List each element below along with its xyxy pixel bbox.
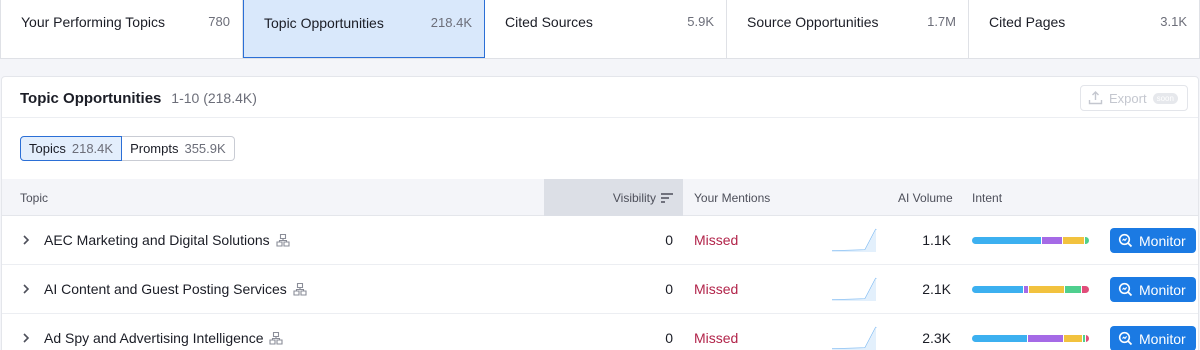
mentions-status: Missed (694, 232, 739, 248)
monitor-button[interactable]: Monitor (1110, 277, 1196, 302)
intent-segment (1062, 236, 1085, 244)
view-switch: Topics 218.4K Prompts 355.9K (20, 136, 235, 161)
topic-cell: AEC Marketing and Digital Solutions (44, 216, 290, 264)
mentions-status: Missed (694, 330, 739, 346)
segment-prompts[interactable]: Prompts 355.9K (122, 136, 235, 161)
topic-cell: Ad Spy and Advertising Intelligence (44, 314, 284, 350)
intent-segment (1063, 334, 1082, 342)
tab-label: Topic Opportunities (264, 15, 384, 31)
panel-title: Topic Opportunities (20, 90, 162, 107)
intent-segment (972, 285, 1024, 293)
intent-segment (1084, 236, 1089, 244)
tab-cited-pages[interactable]: Cited Pages 3.1K (969, 0, 1199, 58)
segment-label: Topics (29, 141, 66, 156)
soon-badge: soon (1152, 92, 1178, 104)
monitor-label: Monitor (1139, 232, 1186, 249)
monitor-button[interactable]: Monitor (1110, 326, 1196, 350)
intent-segment (1041, 236, 1063, 244)
segment-topics[interactable]: Topics 218.4K (20, 136, 123, 161)
table-row: Ad Spy and Advertising Intelligence 0 Mi… (2, 314, 1198, 350)
topic-hierarchy-icon[interactable] (276, 233, 290, 247)
intent-bar (972, 265, 1089, 313)
topic-hierarchy-icon[interactable] (293, 282, 307, 296)
tab-label: Source Opportunities (747, 14, 879, 30)
topic-cell: AI Content and Guest Posting Services (44, 265, 307, 313)
segment-count: 218.4K (71, 141, 114, 156)
column-intent: Intent (972, 190, 1003, 205)
tab-source-opportunities[interactable]: Source Opportunities 1.7M (727, 0, 969, 58)
segment-label: Prompts (130, 141, 179, 156)
tab-label: Your Performing Topics (21, 14, 165, 30)
topic-opportunities-panel: Topic Opportunities 1-10 (218.4K) Export… (1, 76, 1199, 350)
visibility-value: 0 (665, 330, 673, 346)
column-visibility-label: Visibility (612, 190, 656, 205)
intent-segment (1026, 334, 1064, 342)
intent-bar (972, 314, 1089, 350)
tab-count: 1.7M (927, 14, 956, 29)
topic-hierarchy-icon[interactable] (269, 331, 284, 345)
monitor-label: Monitor (1139, 330, 1186, 347)
expand-chevron-icon[interactable] (22, 314, 32, 350)
column-ai-volume: AI Volume (898, 190, 953, 205)
topic-name: AEC Marketing and Digital Solutions (44, 232, 270, 248)
intent-segment (1085, 334, 1089, 342)
tab-count: 218.4K (430, 15, 472, 30)
column-mentions: Your Mentions (694, 190, 771, 205)
topic-name: AI Content and Guest Posting Services (44, 281, 287, 297)
intent-bar (972, 216, 1089, 264)
table-header: Topic Visibility Your Mentions AI Volume… (2, 179, 1198, 216)
ai-volume-value: 1.1K (922, 232, 951, 248)
visibility-value: 0 (665, 281, 673, 297)
tab-count: 5.9K (687, 14, 714, 29)
column-topic: Topic (20, 190, 49, 205)
segment-count: 355.9K (184, 141, 226, 156)
table-row: AEC Marketing and Digital Solutions 0 Mi… (2, 216, 1198, 265)
tab-cited-sources[interactable]: Cited Sources 5.9K (485, 0, 727, 58)
tab-topic-opportunities[interactable]: Topic Opportunities 218.4K (243, 0, 485, 58)
ai-volume-value: 2.1K (922, 281, 951, 297)
intent-segment (1080, 285, 1089, 293)
visibility-value: 0 (665, 232, 673, 248)
topic-name: Ad Spy and Advertising Intelligence (44, 330, 264, 346)
ai-volume-value: 2.3K (922, 330, 951, 346)
expand-chevron-icon[interactable] (22, 265, 32, 313)
column-visibility-sort[interactable]: Visibility (544, 179, 683, 216)
intent-segment (1064, 285, 1081, 293)
panel-header: Topic Opportunities 1-10 (218.4K) Export… (2, 77, 1198, 118)
trend-sparkline (832, 265, 877, 313)
trend-sparkline (832, 314, 877, 350)
export-button[interactable]: Export soon (1080, 85, 1188, 111)
expand-chevron-icon[interactable] (22, 216, 32, 264)
table-row: AI Content and Guest Posting Services 0 … (2, 265, 1198, 314)
tab-count: 780 (208, 14, 230, 29)
monitor-label: Monitor (1139, 281, 1186, 298)
monitor-search-icon (1118, 233, 1133, 248)
tab-count: 3.1K (1160, 14, 1187, 29)
panel-range: 1-10 (218.4K) (171, 90, 257, 106)
tab-your-performing-topics[interactable]: Your Performing Topics 780 (1, 0, 243, 58)
mentions-status: Missed (694, 281, 739, 297)
sort-descending-icon (661, 192, 673, 203)
intent-segment (972, 236, 1042, 244)
intent-segment (972, 334, 1027, 342)
export-label: Export (1109, 90, 1147, 106)
tab-label: Cited Sources (505, 14, 593, 30)
monitor-button[interactable]: Monitor (1110, 228, 1196, 253)
monitor-search-icon (1118, 331, 1133, 346)
intent-segment (1028, 285, 1065, 293)
monitor-search-icon (1118, 282, 1133, 297)
export-icon (1088, 91, 1103, 105)
trend-sparkline (832, 216, 877, 264)
tab-label: Cited Pages (989, 14, 1066, 30)
report-tabs: Your Performing Topics 780 Topic Opportu… (0, 0, 1200, 59)
